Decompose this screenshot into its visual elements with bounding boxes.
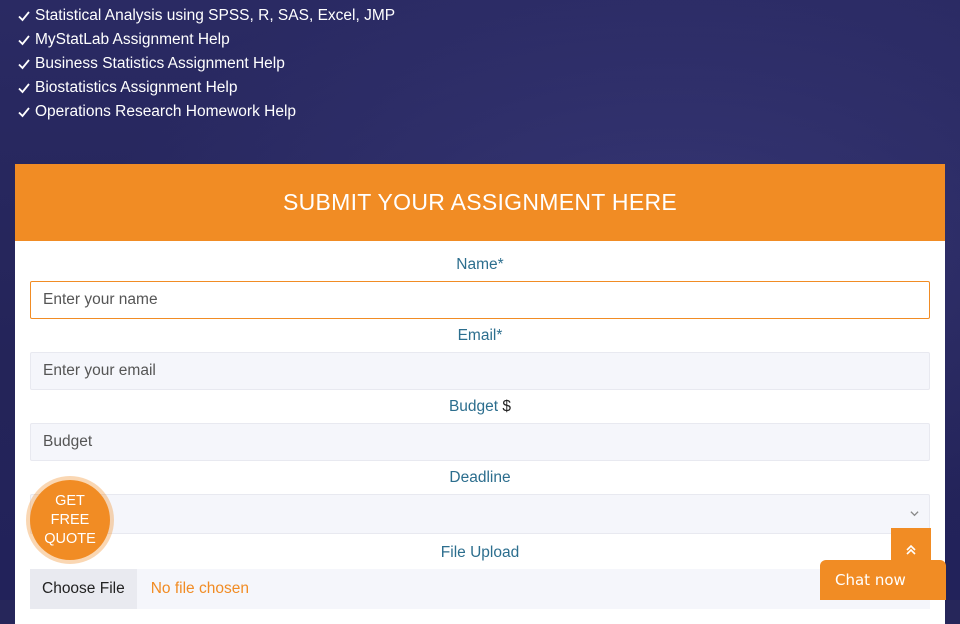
check-icon bbox=[18, 83, 30, 94]
list-item: Biostatistics Assignment Help bbox=[18, 76, 395, 100]
double-chevron-up-icon bbox=[906, 544, 916, 555]
email-label: Email* bbox=[457, 327, 503, 344]
chat-label: Chat now bbox=[835, 571, 906, 589]
quote-label: GET FREE QUOTE bbox=[44, 492, 96, 547]
check-icon bbox=[18, 35, 30, 46]
chevron-down-icon bbox=[910, 511, 919, 517]
budget-field[interactable]: Budget bbox=[30, 423, 930, 461]
email-field[interactable]: Enter your email bbox=[30, 352, 930, 390]
list-item: Business Statistics Assignment Help bbox=[18, 52, 395, 76]
services-list: Statistical Analysis using SPSS, R, SAS,… bbox=[18, 4, 395, 124]
deadline-label: Deadline bbox=[449, 469, 511, 486]
file-upload-label: File Upload bbox=[440, 544, 520, 561]
list-item: Operations Research Homework Help bbox=[18, 100, 395, 124]
check-icon bbox=[18, 107, 30, 118]
name-label: Name* bbox=[456, 256, 504, 273]
check-icon bbox=[18, 59, 30, 70]
get-free-quote-button[interactable]: GET FREE QUOTE bbox=[30, 480, 110, 560]
service-label: Business Statistics Assignment Help bbox=[35, 55, 285, 72]
email-placeholder: Enter your email bbox=[43, 362, 156, 379]
name-placeholder: Enter your name bbox=[43, 291, 158, 308]
list-item: MyStatLab Assignment Help bbox=[18, 28, 395, 52]
check-icon bbox=[18, 11, 30, 22]
file-status: No file chosen bbox=[150, 580, 249, 597]
service-label: Biostatistics Assignment Help bbox=[35, 79, 238, 96]
budget-label: Budget $ bbox=[15, 398, 945, 416]
service-label: Operations Research Homework Help bbox=[35, 103, 297, 120]
chat-now-button[interactable]: Chat now bbox=[820, 560, 946, 600]
deadline-select[interactable] bbox=[30, 494, 930, 534]
list-item: Statistical Analysis using SPSS, R, SAS,… bbox=[18, 4, 395, 28]
service-label: Statistical Analysis using SPSS, R, SAS,… bbox=[35, 7, 396, 24]
choose-file-button[interactable]: Choose File bbox=[30, 569, 137, 609]
budget-placeholder: Budget bbox=[43, 433, 93, 450]
budget-label-text: Budget bbox=[448, 398, 499, 415]
name-field[interactable]: Enter your name bbox=[30, 281, 930, 319]
file-upload-field: Choose File No file chosen bbox=[30, 569, 930, 609]
form-title: SUBMIT YOUR ASSIGNMENT HERE bbox=[15, 164, 945, 241]
currency-symbol: $ bbox=[502, 398, 512, 415]
assignment-form: SUBMIT YOUR ASSIGNMENT HERE Name* Enter … bbox=[15, 164, 945, 624]
service-label: MyStatLab Assignment Help bbox=[35, 31, 230, 48]
